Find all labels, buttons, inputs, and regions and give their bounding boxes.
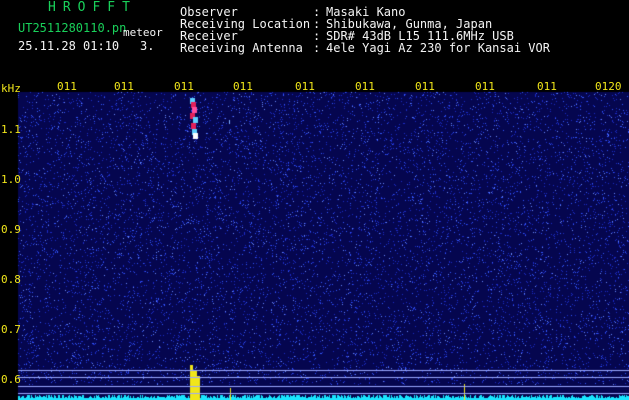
frequency-axis: 1.1 1.0 0.9 0.8 0.7 0.6: [1, 123, 21, 386]
field-sep: :: [313, 41, 321, 55]
time-tick-label: 011: [114, 80, 134, 93]
time-tick-label: 011: [415, 80, 435, 93]
time-tick-label: 011: [355, 80, 375, 93]
time-tick-label: 011: [174, 80, 194, 93]
time-tick-label: 011: [233, 80, 253, 93]
filename: UT2511280110.pn: [18, 21, 127, 35]
mode-label: meteor: [123, 26, 163, 39]
field-label-antenna: Receiving Antenna: [180, 41, 303, 55]
time-tick-label: 011: [475, 80, 495, 93]
header-panel: HROFFT UT2511280110.pn meteor 25.11.28 0…: [0, 0, 629, 80]
datetime: 25.11.28 01:10: [18, 39, 120, 53]
time-tick-label: 011: [295, 80, 315, 93]
index-number: 3.: [140, 39, 155, 53]
time-axis: 011 011 011 011 011 011 011 011 011 0120: [57, 80, 622, 93]
time-tick-label: 0120: [595, 80, 622, 93]
frequency-tick-label: 0.8: [1, 273, 21, 286]
time-tick-label: 011: [537, 80, 557, 93]
field-value-antenna: 4ele Yagi Az 230 for Kansai VOR: [326, 41, 550, 55]
frequency-tick-label: 0.9: [1, 223, 21, 236]
frequency-tick-label: 1.0: [1, 173, 21, 186]
spectrogram-overlay: kHz 011 011 011 011 011 011 011 011 011 0120 1.11…: [1, 80, 622, 386]
time-tick-label: 011: [57, 80, 77, 93]
frequency-tick-label: 0.6: [1, 373, 21, 386]
unit-label: kHz: [1, 82, 21, 95]
app-logo: HROFFT: [48, 0, 137, 15]
frequency-tick-label: 0.7: [1, 323, 21, 336]
frequency-tick-label: 1.1: [1, 123, 21, 136]
